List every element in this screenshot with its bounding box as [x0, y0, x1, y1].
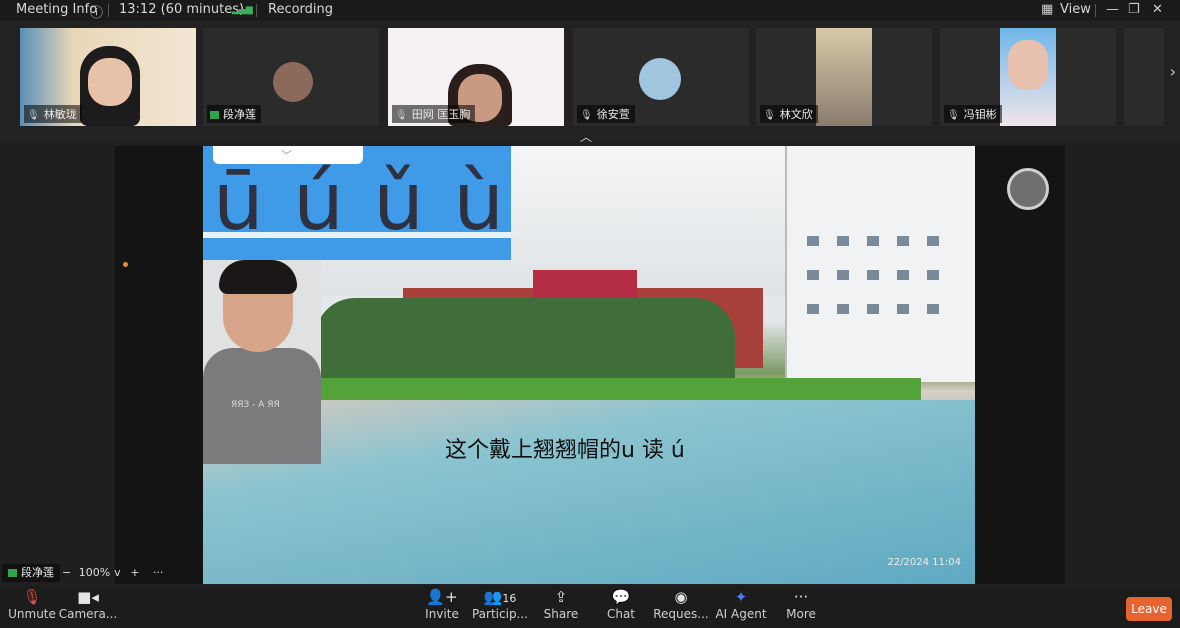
video-trees — [315, 298, 735, 380]
share-screen-icon: ⇪ — [554, 588, 568, 606]
window — [867, 304, 879, 314]
minimize-icon[interactable]: — — [1106, 2, 1119, 17]
sharing-icon — [210, 111, 219, 119]
pinyin-banner: ﹀ ū ú ǔ ù — [203, 146, 511, 260]
divider — [108, 4, 109, 17]
window — [837, 270, 849, 280]
mic-muted-icon: 🎙 — [580, 110, 593, 121]
shared-screen: ﹀ ū ú ǔ ù ЯЯЗ - A ЯЯ 这个戴上翘翘帽的u 读 ú 22/20… — [115, 146, 1065, 584]
mic-muted-icon: 🎙 — [395, 110, 408, 121]
window — [807, 270, 819, 280]
chevron-right-icon[interactable]: › — [1170, 62, 1176, 81]
info-icon[interactable]: ⓘ — [90, 2, 103, 21]
divider — [256, 4, 257, 17]
participant-count: 16 — [502, 592, 517, 605]
signal-icon: ▂▄▆ — [232, 5, 253, 15]
grid-view-icon[interactable]: ▦ — [1041, 2, 1053, 17]
video-caption: 这个戴上翘翘帽的u 读 ú — [445, 438, 685, 463]
zoom-out-icon[interactable]: − — [62, 566, 71, 579]
participant-tile[interactable]: 🎙 冯钼彬 — [940, 28, 1116, 126]
pinyin-tones: ū ú ǔ ù — [213, 155, 507, 248]
leave-button[interactable]: Leave — [1126, 597, 1172, 621]
participants-icon: 👥16 — [483, 588, 517, 606]
meeting-titlebar: Meeting Info ⓘ 13:12 (60 minutes) ▂▄▆ Re… — [0, 0, 1180, 21]
chevron-down-icon[interactable]: v — [114, 566, 121, 579]
presenter-video: ЯЯЗ - A ЯЯ — [203, 260, 321, 464]
shared-video: ﹀ ū ú ǔ ù ЯЯЗ - A ЯЯ 这个戴上翘翘帽的u 读 ú 22/20… — [203, 146, 975, 584]
chat-icon: 💬 — [611, 588, 631, 606]
participant-name: 🎙 徐安萱 — [577, 105, 635, 123]
participants-button[interactable]: 👥16 Particip... — [468, 586, 532, 628]
restore-icon[interactable]: ❐ — [1128, 2, 1140, 17]
participant-name: 段净莲 — [207, 105, 261, 123]
video-timestamp: 22/2024 11:04 — [887, 557, 961, 568]
window — [897, 236, 909, 246]
invite-button[interactable]: 👤+ Invite — [410, 586, 474, 628]
record-indicator-icon — [1007, 168, 1049, 210]
participant-video — [816, 28, 872, 126]
participant-name: 🎙 田网 匡玉胸 — [392, 105, 476, 123]
zoom-level[interactable]: 100% — [79, 566, 110, 579]
more-icon: ··· — [793, 588, 809, 606]
participant-tile[interactable]: 🎙 徐安萱 — [573, 28, 749, 126]
participant-strip: 🎙 林敏珑 段净莲 🎙 田网 匡玉胸 🎙 徐安萱 🎙 林文欣 🎙 冯钼彬 › ︿ — [0, 22, 1180, 145]
participant-name: 🎙 林文欣 — [760, 105, 818, 123]
meeting-toolbar: 🎙 Unmute ■◂ Camera... 👤+ Invite 👥16 Part… — [0, 586, 1180, 628]
window — [927, 270, 939, 280]
participant-tile[interactable]: 🎙 林敏珑 — [20, 28, 196, 126]
window — [837, 304, 849, 314]
avatar — [273, 62, 313, 102]
window — [897, 270, 909, 280]
participant-tile[interactable]: 🎙 田网 匡玉胸 — [388, 28, 564, 126]
divider — [1095, 4, 1096, 17]
window — [927, 304, 939, 314]
close-icon[interactable]: ✕ — [1152, 2, 1163, 17]
participant-name: 🎙 冯钼彬 — [944, 105, 1002, 123]
zoom-in-icon[interactable]: + — [130, 566, 139, 579]
meeting-info-button[interactable]: Meeting Info — [16, 2, 97, 17]
more-button[interactable]: ··· More — [769, 586, 833, 628]
participant-tile[interactable]: 段净莲 — [203, 28, 379, 126]
banner-stripe — [203, 232, 511, 238]
view-button[interactable]: View — [1060, 2, 1091, 17]
mic-muted-icon: 🎙 — [947, 110, 960, 121]
record-icon: ◉ — [674, 588, 688, 606]
chat-button[interactable]: 💬 Chat — [589, 586, 653, 628]
avatar — [639, 58, 681, 100]
screen-share-label: 段净莲 — [2, 564, 60, 582]
participant-tile[interactable]: 🎙 林文欣 — [756, 28, 932, 126]
video-tall-building — [785, 146, 975, 382]
requests-button[interactable]: ◉ Reques... — [649, 586, 713, 628]
chevron-up-icon[interactable]: ︿ — [580, 128, 592, 145]
window — [867, 236, 879, 246]
window — [927, 236, 939, 246]
pointer-dot — [123, 262, 128, 267]
camera-button[interactable]: ■◂ Camera... — [56, 586, 120, 628]
share-button[interactable]: ⇪ Share — [529, 586, 593, 628]
window — [807, 304, 819, 314]
ai-agent-button[interactable]: ✦ AI Agent — [709, 586, 773, 628]
mic-muted-icon: 🎙 — [27, 110, 40, 121]
recording-status: Recording — [268, 2, 334, 17]
camera-icon: ■◂ — [77, 588, 99, 606]
unmute-button[interactable]: 🎙 Unmute — [0, 586, 64, 628]
window — [897, 304, 909, 314]
ai-wand-icon: ✦ — [734, 588, 748, 606]
add-user-icon: 👤+ — [426, 588, 458, 606]
meeting-timer: 13:12 (60 minutes) — [119, 2, 245, 17]
participant-name: 🎙 林敏珑 — [24, 105, 82, 123]
window — [807, 236, 819, 246]
participant-face — [1008, 40, 1048, 90]
sharing-icon — [8, 569, 17, 577]
shirt-print: ЯЯЗ - A ЯЯ — [231, 400, 280, 410]
more-icon[interactable]: ··· — [153, 566, 164, 579]
participant-tile[interactable] — [1124, 28, 1164, 126]
participant-face — [88, 58, 132, 106]
mic-muted-icon: 🎙 — [22, 588, 42, 606]
presenter-hair — [219, 260, 297, 294]
mic-muted-icon: 🎙 — [763, 110, 776, 121]
window — [837, 236, 849, 246]
zoom-control[interactable]: − 100% v + ··· — [62, 564, 163, 582]
window — [867, 270, 879, 280]
